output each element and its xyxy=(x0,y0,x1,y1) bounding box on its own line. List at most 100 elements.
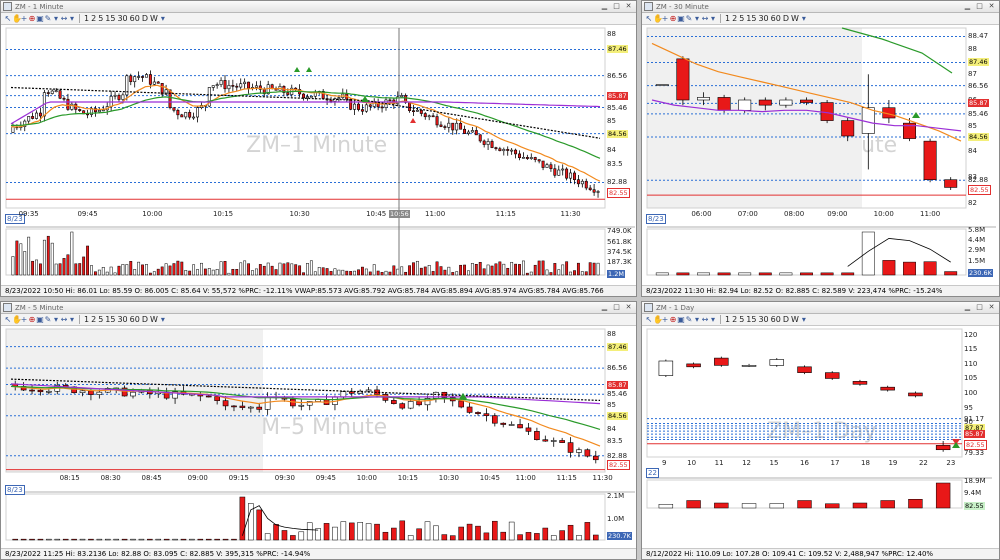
candle-body xyxy=(482,140,486,145)
volume-bar xyxy=(478,262,482,276)
volume-bar xyxy=(105,271,109,276)
volume-axis-label: 749.0K xyxy=(607,227,632,236)
price-chart[interactable] xyxy=(642,1,1000,297)
candle-body xyxy=(443,126,447,128)
candle-body xyxy=(474,130,478,136)
price-chart[interactable] xyxy=(642,302,1000,560)
sell-arrow-icon xyxy=(410,118,416,123)
candle-body xyxy=(214,396,220,401)
price-axis-label: 84.56 xyxy=(607,129,628,138)
volume-bar xyxy=(46,538,52,541)
price-axis-label: 88 xyxy=(607,29,616,38)
volume-bar xyxy=(458,526,464,541)
price-axis-label: 85.87 xyxy=(964,430,985,439)
date-tag: 8/23 xyxy=(5,485,25,495)
volume-bar xyxy=(160,266,164,276)
candle-body xyxy=(113,94,117,97)
price-axis-label: 87.46 xyxy=(607,342,628,351)
volume-bar xyxy=(281,530,288,541)
volume-bar xyxy=(270,265,274,276)
volume-bar xyxy=(58,263,62,276)
price-axis-label: 84.56 xyxy=(968,133,989,142)
candle-body xyxy=(592,455,599,461)
candle-body xyxy=(463,128,467,134)
volume-bar xyxy=(576,262,580,276)
candle-body xyxy=(431,115,435,118)
candle-body xyxy=(676,58,690,101)
candle-body xyxy=(588,187,592,190)
volume-bar xyxy=(39,263,42,276)
volume-bar xyxy=(525,272,529,276)
chart-window-1-minute[interactable]: ZM - 1 Minute ▁ □ ✕ ↖ ✋ + ⊕ ▣ ✎ ▾ ↔ ▾ 1 … xyxy=(0,0,637,297)
price-chart[interactable] xyxy=(1,302,637,560)
volume-bar xyxy=(219,261,223,276)
volume-bar xyxy=(196,269,199,276)
price-axis-label: 82.88 xyxy=(968,176,989,185)
candle-body xyxy=(337,97,341,99)
candle-body xyxy=(227,85,231,90)
chart-window-1-day[interactable]: ZM - 1 Day ▁ □ ✕ ↖ ✋ + ⊕ ▣ ✎ ▾ ↔ ▾ 1 2 5… xyxy=(641,301,1000,560)
volume-axis-label: 5.8M xyxy=(968,225,986,234)
candle-body xyxy=(254,85,258,88)
volume-bar xyxy=(357,269,360,276)
candle-body xyxy=(545,164,549,168)
volume-bar xyxy=(29,538,35,541)
chart-window-30-minute[interactable]: ZM - 30 Minute ▁ □ ✕ ↖ ✋ + ⊕ ▣ ✎ ▾ ↔ ▾ 1… xyxy=(641,0,1000,297)
candle-body xyxy=(360,109,364,112)
volume-bar xyxy=(779,272,793,276)
status-bar: 8/23/2022 10:50 Hi: 86.01 Lo: 85.59 O: 8… xyxy=(1,285,636,296)
volume-bar xyxy=(109,266,113,276)
candle-body xyxy=(741,365,757,367)
volume-axis-label: 2.9M xyxy=(968,246,986,255)
volume-bar xyxy=(256,509,262,541)
volume-bar xyxy=(573,270,576,276)
volume-bar xyxy=(78,263,82,276)
volume-bar xyxy=(37,538,44,541)
candle-body xyxy=(686,363,701,368)
volume-bar xyxy=(20,538,27,541)
volume-bar xyxy=(290,263,294,276)
candle-body xyxy=(470,130,474,133)
volume-axis-label: 18.9M xyxy=(964,477,986,486)
candle-body xyxy=(525,427,532,432)
candle-body xyxy=(500,422,507,425)
volume-bar xyxy=(62,538,69,541)
candle-body xyxy=(714,357,729,366)
volume-bar xyxy=(483,532,490,541)
volume-bar xyxy=(423,266,427,276)
candle-body xyxy=(697,97,710,101)
candle-body xyxy=(380,106,384,109)
volume-bar xyxy=(584,522,591,541)
price-axis-label: 88.47 xyxy=(968,32,989,41)
volume-bar xyxy=(104,538,111,541)
candle-body xyxy=(521,157,525,159)
candle-body xyxy=(542,439,549,442)
volume-bar xyxy=(74,263,78,276)
volume-axis-label: 230.7K xyxy=(607,532,632,541)
candle-body xyxy=(592,189,596,193)
candle-body xyxy=(97,109,101,113)
price-chart[interactable] xyxy=(1,1,637,297)
volume-bar xyxy=(374,523,380,541)
price-axis-label: 88 xyxy=(968,44,977,53)
price-axis-label: 82 xyxy=(968,198,977,207)
volume-bar xyxy=(302,272,305,276)
chart-window-5-minute[interactable]: ZM - 5 Minute ▁ □ ✕ ↖ ✋ + ⊕ ▣ ✎ ▾ ↔ ▾ 1 … xyxy=(0,301,637,560)
volume-bar xyxy=(433,525,439,541)
time-axis-label: 09:00 xyxy=(187,474,208,482)
candle-body xyxy=(349,98,353,110)
candle-body xyxy=(391,400,397,404)
volume-bar xyxy=(517,534,523,541)
candle-body xyxy=(37,389,44,393)
candle-body xyxy=(498,148,502,152)
price-axis-label: 85.46 xyxy=(607,390,628,399)
volume-bar xyxy=(239,496,246,541)
price-axis-label: 115 xyxy=(964,345,978,354)
candle-body xyxy=(88,390,94,395)
candle-body xyxy=(529,157,533,159)
volume-bar xyxy=(372,264,376,276)
candle-body xyxy=(502,149,506,152)
volume-bar xyxy=(841,272,855,276)
candle-body xyxy=(298,404,305,407)
candle-body xyxy=(407,401,414,409)
